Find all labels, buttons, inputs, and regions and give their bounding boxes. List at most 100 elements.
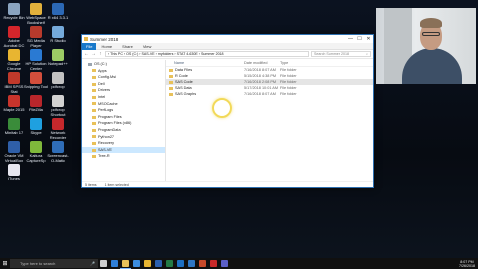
desktop-icon[interactable]: FileZilla xyxy=(24,95,48,113)
nav-item[interactable]: Python27 xyxy=(82,134,165,141)
taskbar-app-button[interactable] xyxy=(208,258,219,269)
tab-view[interactable]: View xyxy=(138,44,157,49)
folder-icon xyxy=(169,68,173,72)
tab-share[interactable]: Share xyxy=(117,44,138,49)
nav-item[interactable]: ProgramData xyxy=(82,127,165,134)
desktop-app-icon xyxy=(8,118,20,130)
folder-icon xyxy=(169,74,173,78)
title-bar[interactable]: Summer 2018 — ☐ ✕ xyxy=(82,35,373,43)
desktop-icon[interactable]: Google Chrome xyxy=(2,49,26,71)
search-box[interactable]: Search Summer 2018 ⌕ xyxy=(311,51,371,57)
clock[interactable]: 8:07 PM 7/26/2018 xyxy=(459,260,475,268)
folder-icon xyxy=(92,108,96,112)
desktop-icon[interactable]: Screencast-O-Matic xyxy=(46,141,70,163)
address-bar[interactable]: › This PC › OS (C:) › SAS-VE › myfolders… xyxy=(105,51,309,57)
desktop-icon[interactable]: Maple 2015 xyxy=(2,95,26,113)
store-icon xyxy=(133,260,140,267)
folder-icon xyxy=(169,92,173,96)
nav-item[interactable]: Config.Msi xyxy=(82,74,165,81)
microphone-icon[interactable]: 🎤 xyxy=(90,259,95,268)
taskbar-app-button[interactable] xyxy=(197,258,208,269)
desktop-icon[interactable]: HP Solution Center xyxy=(24,49,48,71)
nav-item[interactable]: Program Files xyxy=(82,114,165,121)
nav-item-label: OS (C:) xyxy=(94,62,107,66)
desktop-icon[interactable]: R x64 3.3.1 xyxy=(46,3,70,21)
nav-item-label: Drivers xyxy=(98,88,111,93)
desktop-icon-label: Google Chrome xyxy=(6,61,22,71)
desktop-icon[interactable]: Oracle VM VirtualBox xyxy=(2,141,26,163)
nav-item[interactable]: Recovery xyxy=(82,140,165,147)
desktop-icon[interactable]: Minitab 17 xyxy=(2,118,26,136)
folder-icon xyxy=(92,128,96,132)
desktop-icon[interactable]: pdfcrop xyxy=(46,72,70,90)
nav-item[interactable]: Program Files (x86) xyxy=(82,120,165,127)
desktop-app-icon xyxy=(8,164,20,176)
taskbar-app-button[interactable] xyxy=(153,258,164,269)
desktop-icon[interactable]: SG Media Player xyxy=(24,26,48,48)
forward-arrow-icon[interactable]: → xyxy=(91,51,96,57)
search-icon: ⌕ xyxy=(365,52,368,56)
desktop-icon[interactable]: iTunes xyxy=(2,164,26,182)
taskbar-search-box[interactable]: Type here to search 🎤 xyxy=(10,259,98,268)
desktop-icon[interactable]: Notepad++ xyxy=(46,49,70,67)
desktop-icon-label: Minitab 17 xyxy=(4,130,24,135)
file-row[interactable]: SAS Graphs 7/16/2018 8:07 AM File folder xyxy=(166,91,373,97)
desktop-app-icon xyxy=(30,49,42,61)
desktop-icon[interactable]: Snipping Tool xyxy=(24,72,48,90)
desktop-icon[interactable]: pdfcrop Shortcut xyxy=(46,95,70,117)
desktop-icon[interactable]: R Studio xyxy=(46,26,70,44)
close-button[interactable]: ✕ xyxy=(364,35,373,43)
taskbar-app-button[interactable] xyxy=(98,258,109,269)
desktop-icon-label: IBM SPSS Stat xyxy=(4,84,24,94)
desktop-icon[interactable]: Adobe Acrobat DC xyxy=(2,26,26,48)
nav-item[interactable]: Dell xyxy=(82,81,165,88)
nav-item[interactable]: Drivers xyxy=(82,87,165,94)
folder-icon xyxy=(92,89,96,93)
taskbar-app-button[interactable] xyxy=(120,258,131,269)
desktop-icon[interactable]: Skype xyxy=(24,118,48,136)
taskbar-app-button[interactable] xyxy=(164,258,175,269)
presenter-glasses xyxy=(422,32,440,36)
desktop-icon[interactable]: Network Recorder xyxy=(46,118,70,140)
desktop-icon[interactable]: IBM SPSS Stat xyxy=(2,72,26,94)
taskbar-app-button[interactable] xyxy=(186,258,197,269)
desktop-icon[interactable]: Recycle Bin xyxy=(2,3,26,21)
taskbar-app-button[interactable] xyxy=(219,258,230,269)
up-arrow-icon[interactable]: ↑ xyxy=(98,51,103,57)
nav-item[interactable]: PerfLogs xyxy=(82,107,165,114)
maximize-button[interactable]: ☐ xyxy=(355,35,364,43)
column-type[interactable]: Type xyxy=(280,60,312,66)
nav-item-label: Tree-R xyxy=(98,154,110,159)
taskbar-app-button[interactable] xyxy=(175,258,186,269)
nav-item[interactable]: SAS-VE xyxy=(82,146,165,154)
nav-item[interactable]: Tree-R xyxy=(82,153,165,160)
folder-icon xyxy=(169,86,173,90)
taskbar-app-button[interactable] xyxy=(131,258,142,269)
navigation-pane: OS (C:) Apps Config.Msi Dell Drivers Intel MSO… xyxy=(82,60,166,181)
taskbar-app-button[interactable] xyxy=(142,258,153,269)
desktop-icon[interactable]: WebSpace Bookshelf xyxy=(24,3,48,25)
desktop-icon-label: pdfcrop Shortcut xyxy=(50,107,66,117)
nav-item-label: Python27 xyxy=(98,134,115,139)
nav-item-label: Dell xyxy=(98,81,105,86)
desktop: Recycle Bin Adobe Acrobat DC Google Chrome… xyxy=(0,0,478,258)
nav-item[interactable]: OS (C:) xyxy=(82,61,165,68)
minimize-button[interactable]: — xyxy=(346,35,355,43)
nav-item[interactable]: Apps xyxy=(82,68,165,75)
clock-date: 7/26/2018 xyxy=(459,263,475,268)
nav-item[interactable]: MSOCache xyxy=(82,101,165,108)
nav-item-label: Config.Msi xyxy=(98,75,116,80)
word-icon xyxy=(155,260,162,267)
back-arrow-icon[interactable]: ← xyxy=(84,51,89,57)
column-name[interactable]: Name xyxy=(174,60,244,66)
tab-file[interactable]: File xyxy=(82,42,97,50)
taskbar-app-button[interactable] xyxy=(109,258,120,269)
tab-home[interactable]: Home xyxy=(96,44,117,49)
folder-icon xyxy=(92,75,96,79)
desktop-icon-label: WebSpace Bookshelf xyxy=(26,15,46,25)
desktop-app-icon xyxy=(52,26,64,38)
start-button[interactable]: ⊞ xyxy=(0,258,10,269)
column-date-modified[interactable]: Date modified xyxy=(244,60,280,66)
nav-item[interactable]: Intel xyxy=(82,94,165,101)
desktop-icon[interactable]: Kaltura CaptureSp xyxy=(24,141,48,163)
